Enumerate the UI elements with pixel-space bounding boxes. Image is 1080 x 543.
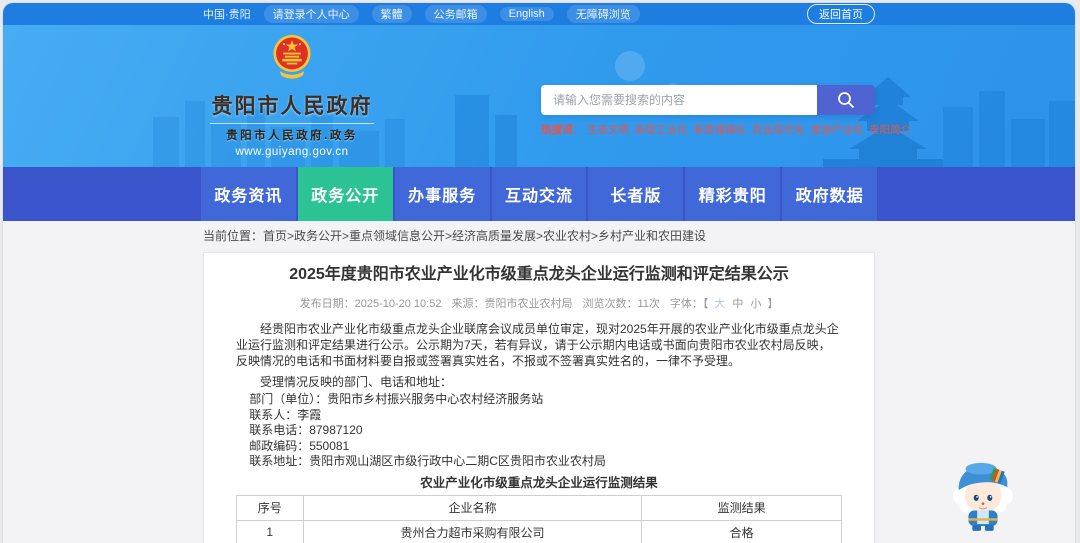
magnifier-icon bbox=[838, 92, 854, 108]
results-table: 序号企业名称监测结果 1贵州合力超市采购有限公司合格2贵州友禾种业有限公司合格3… bbox=[236, 494, 842, 543]
table-header-cell: 序号 bbox=[236, 494, 304, 521]
topbar-link[interactable]: 无障碍浏览 bbox=[566, 5, 640, 23]
contact-line: 联系地址：贵阳市观山湖区市级行政中心二期C区贵阳市农业农村局 bbox=[249, 454, 606, 468]
view-count: 浏览次数：11次 bbox=[582, 298, 660, 310]
logo-divider bbox=[210, 123, 374, 124]
article-title: 2025年度贵阳市农业产业化市级重点龙头企业运行监测和评定结果公示 bbox=[289, 266, 789, 283]
nav-tab[interactable]: 政务资讯 bbox=[201, 167, 296, 221]
topbar-link[interactable]: 公务邮箱 bbox=[424, 5, 487, 23]
topbar-link[interactable]: 繁體 bbox=[371, 5, 412, 23]
contact-line: 联系电话：87987120 bbox=[249, 423, 363, 437]
table-cell: 合格 bbox=[641, 519, 842, 543]
national-emblem-icon bbox=[273, 34, 311, 79]
site-logo[interactable]: 贵阳市人民政府 贵阳市人民政府.政务 www.guiyang.gov.cn bbox=[208, 31, 376, 158]
search-input[interactable] bbox=[541, 85, 817, 115]
table-header-cell: 企业名称 bbox=[302, 494, 643, 521]
font-size-option[interactable]: 小 bbox=[750, 295, 761, 311]
topbar-links: 中国·贵阳 请登录个人中心 繁體 公务邮箱 English 无障碍浏览 bbox=[203, 5, 640, 23]
hot-search-links: 生态文明 新型工业化 新型城镇化 农业现代化 旅游产业化 贵阳简介 bbox=[587, 122, 911, 137]
site-subtitle: 贵阳市人民政府.政务 bbox=[226, 130, 358, 142]
article-source: 来源：贵阳市农业农村局 bbox=[451, 298, 573, 310]
breadcrumb-label: 当前位置： bbox=[203, 229, 264, 243]
hot-search-link[interactable]: 生态文明 bbox=[587, 122, 629, 137]
top-utility-bar: 中国·贵阳 请登录个人中心 繁體 公务邮箱 English 无障碍浏览 返回首页 bbox=[3, 3, 1075, 25]
table-header-cell: 监测结果 bbox=[641, 494, 842, 521]
assistant-mascot[interactable] bbox=[949, 455, 1017, 531]
table-cell: 贵州合力超市采购有限公司 bbox=[302, 519, 643, 543]
font-size-option[interactable]: 大 bbox=[714, 295, 725, 311]
site-title: 贵阳市人民政府 bbox=[211, 95, 373, 118]
font-size-option[interactable]: 中 bbox=[732, 295, 743, 311]
header-banner: 贵阳市人民政府 贵阳市人民政府.政务 www.guiyang.gov.cn 请输… bbox=[3, 25, 1075, 167]
nav-tab[interactable]: 互动交流 bbox=[491, 167, 587, 221]
main-nav: 政务资讯 政务公开 办事服务 互动交流 长者版 精彩贵阳 政府数据 bbox=[3, 167, 1075, 221]
hot-search-row: 热搜词： 生态文明 新型工业化 新型城镇化 农业现代化 旅游产业化 贵阳简介 bbox=[541, 122, 911, 137]
topbar-link[interactable]: English bbox=[499, 7, 554, 21]
contact-info-block: 部门（单位）：贵阳市乡村振兴服务中心农村经济服务站 联系人：李霞 联系电话：8798… bbox=[236, 392, 842, 470]
table-header-row: 序号 企业名称 监测结果 bbox=[236, 494, 842, 521]
contact-line: 联系人：李霞 bbox=[249, 407, 322, 422]
nav-tab[interactable]: 政府数据 bbox=[782, 167, 878, 221]
content-area: 当前位置：首页>政务公开>重点领域信息公开>经济高质量发展>农业农村>乡村产业和… bbox=[3, 221, 1075, 543]
nav-tab[interactable]: 政务公开 bbox=[297, 167, 393, 221]
hot-search-link[interactable]: 农业现代化 bbox=[752, 122, 805, 137]
contact-line: 邮政编码：550081 bbox=[249, 438, 350, 453]
hot-search-link[interactable]: 新型城镇化 bbox=[694, 122, 747, 137]
search-area: 热搜词： 生态文明新型工业化新型城镇化农业现代化旅游产业化贵阳简介 bbox=[541, 85, 911, 137]
search-button[interactable] bbox=[817, 85, 875, 115]
site-window: 中国·贵阳请登录个人中心繁體公务邮箱 English 无障碍浏览 返回首页 bbox=[3, 3, 1075, 543]
results-table-caption: 农业产业化市级重点龙头企业运行监测结果 bbox=[420, 475, 658, 490]
topbar-link[interactable]: 请登录个人中心 bbox=[263, 5, 359, 23]
breadcrumb-trail[interactable]: 首页>政务公开>重点领域信息公开>经济高质量发展>农业农村>乡村产业和农田建设 bbox=[263, 229, 706, 243]
article-paragraph: 经贵阳市农业产业化市级重点龙头企业联席会议成员单位审定，现对2025年开展的农业… bbox=[236, 322, 839, 368]
contact-line: 部门（单位）：贵阳市乡村振兴服务中心农村经济服务站 bbox=[249, 392, 544, 406]
hot-search-link[interactable]: 新型工业化 bbox=[635, 122, 688, 137]
article-meta: 发布日期：2025-10-20 10:52 来源：贵阳市农业农村局 浏览次数：1… bbox=[236, 295, 842, 311]
table-cell: 1 bbox=[236, 519, 304, 543]
nav-tab[interactable]: 办事服务 bbox=[394, 167, 490, 221]
font-size-label: 字体：【 bbox=[669, 298, 709, 310]
site-url: www.guiyang.gov.cn bbox=[235, 146, 349, 158]
publish-date: 发布日期：2025-10-20 10:52 bbox=[299, 298, 442, 310]
article-card: 2025年度贵阳市农业产业化市级重点龙头企业运行监测和评定结果公示 发布日期：2… bbox=[203, 252, 875, 543]
return-home-button[interactable]: 返回首页 bbox=[807, 4, 875, 24]
hot-search-label: 热搜词： bbox=[541, 124, 583, 136]
topbar-link[interactable]: 中国·贵阳 bbox=[203, 6, 251, 22]
font-size-bracket: 】 bbox=[767, 298, 779, 310]
nav-tab[interactable]: 精彩贵阳 bbox=[685, 167, 781, 221]
nav-tab[interactable]: 长者版 bbox=[588, 167, 684, 221]
hot-search-link[interactable]: 旅游产业化 bbox=[811, 122, 864, 137]
assistant-mascot-icon bbox=[952, 462, 1014, 531]
hot-search-link[interactable]: 贵阳简介 bbox=[869, 122, 911, 137]
table-row: 1 贵州合力超市采购有限公司 合格 bbox=[236, 519, 842, 543]
breadcrumb: 当前位置：首页>政务公开>重点领域信息公开>经济高质量发展>农业农村>乡村产业和… bbox=[203, 227, 875, 244]
article-paragraph: 受理情况反映的部门、电话和地址： bbox=[260, 375, 453, 389]
